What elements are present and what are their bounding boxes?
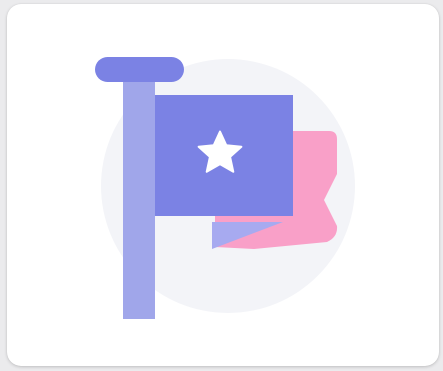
flag-pole-cap <box>95 57 184 82</box>
empty-state-card <box>7 4 439 366</box>
flag-pole <box>123 74 155 319</box>
flag-with-star-icon <box>95 57 355 319</box>
